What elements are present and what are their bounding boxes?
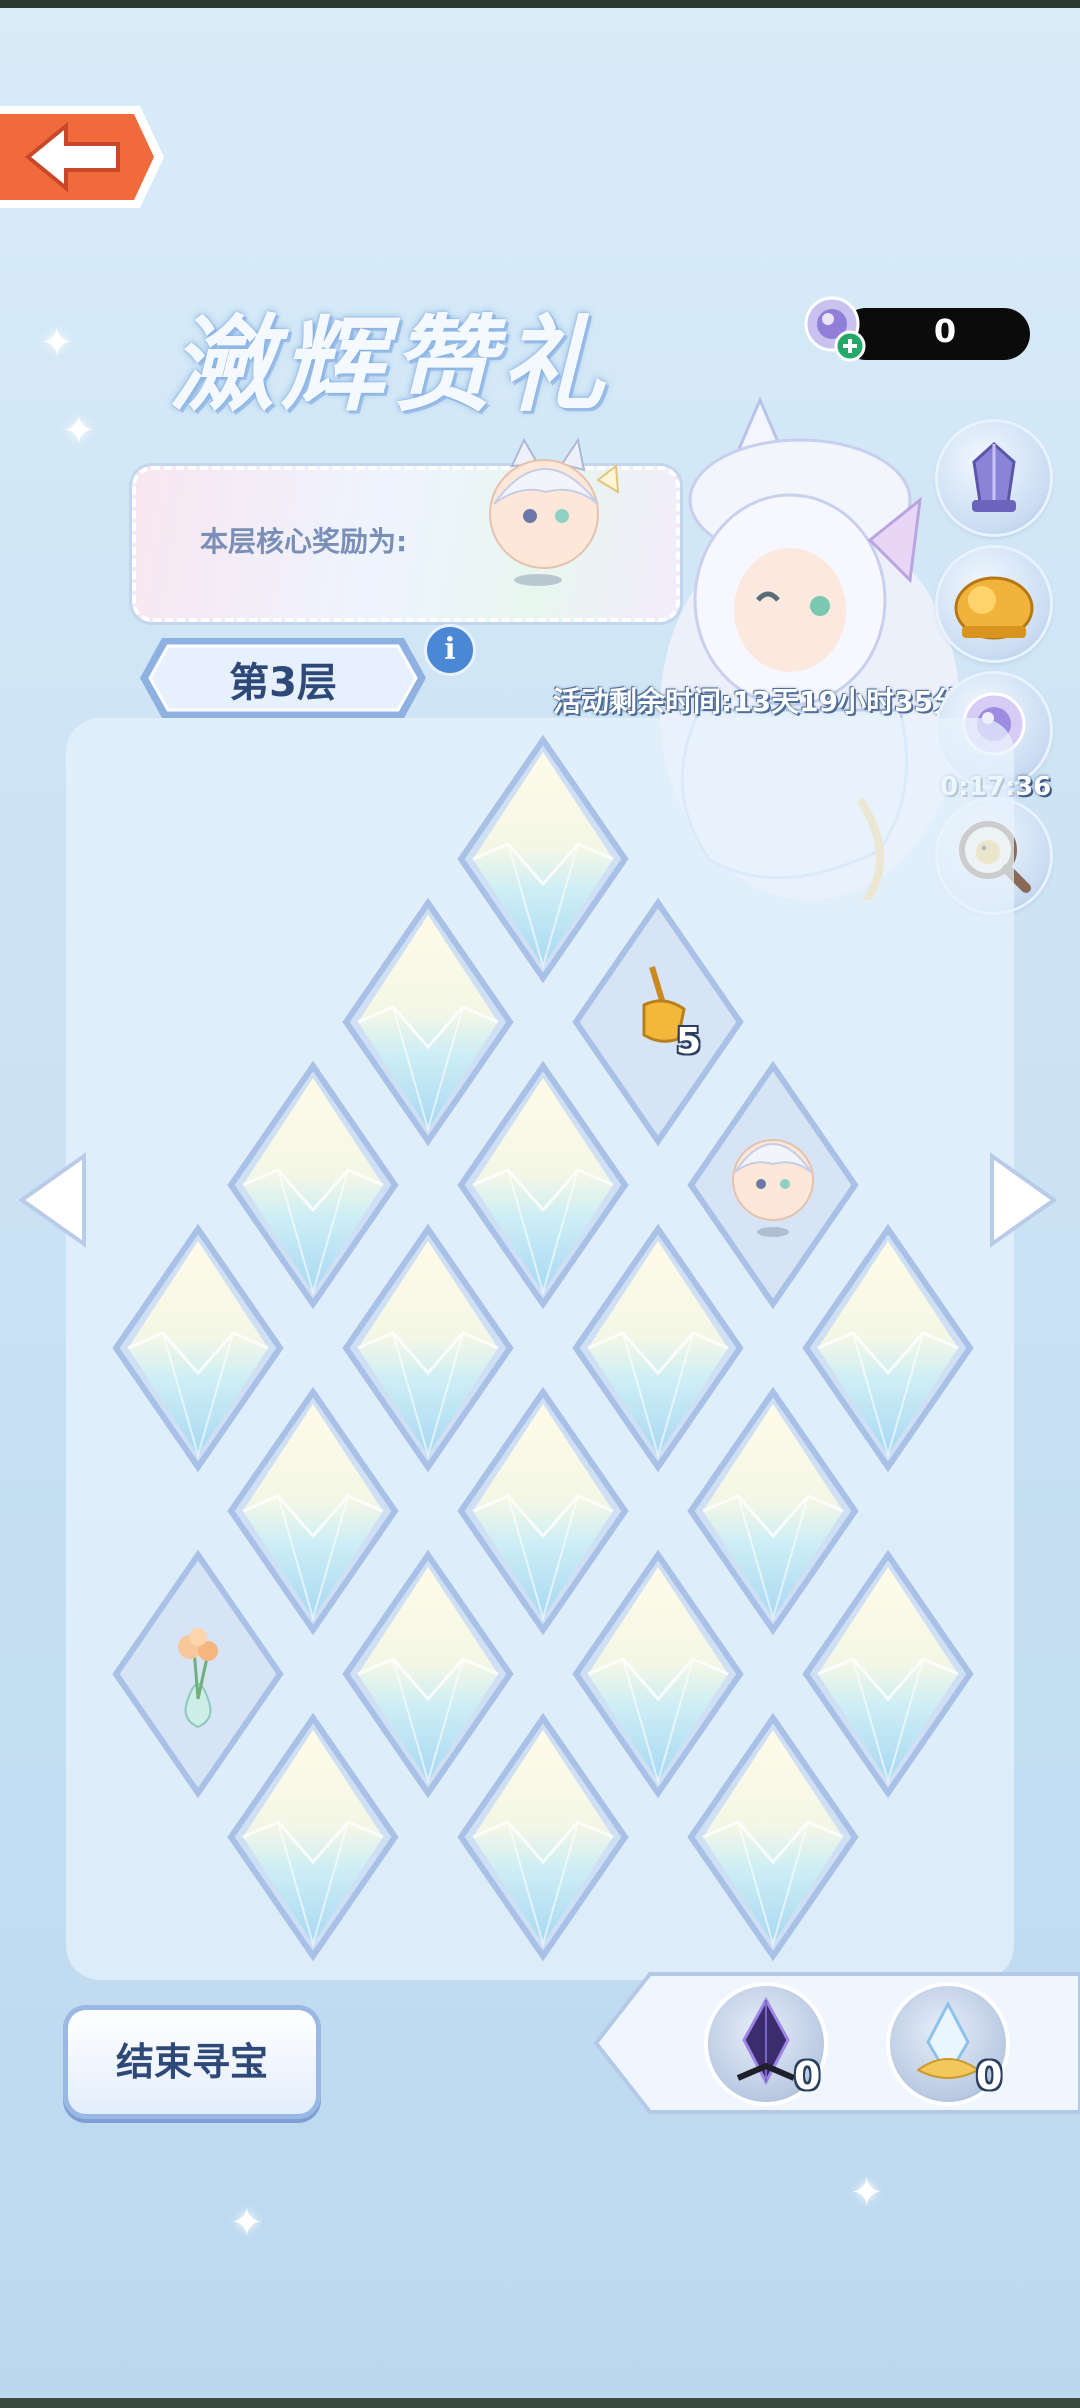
floor-label: 第3层 (229, 660, 337, 706)
golden-lion-button[interactable] (938, 548, 1050, 660)
status-strip (0, 0, 1080, 8)
crystal-shop-button[interactable] (938, 422, 1050, 534)
prev-floor-button[interactable] (14, 1150, 94, 1250)
nav-strip (0, 2398, 1080, 2408)
sparkle-decoration: ✦ (230, 2200, 264, 2246)
event-title: 瀲辉赞礼 (170, 303, 611, 426)
currency-value: 0 (933, 312, 957, 350)
event-remaining-time: 活动剩余时间:13天19小时35分 (553, 685, 962, 718)
dark-crystal-count: 0 (794, 2054, 821, 2098)
sparkle-decoration: ✦ (40, 320, 74, 366)
floor-indicator: 第3层 (138, 634, 428, 722)
triangle-left-icon (18, 1152, 86, 1248)
crystal-tile[interactable] (223, 1712, 403, 1962)
next-floor-button[interactable] (982, 1150, 1062, 1250)
sparkle-decoration: ✦ (850, 2170, 884, 2216)
core-reward-character-icon[interactable] (478, 430, 638, 590)
triangle-right-icon (990, 1152, 1058, 1248)
end-treasure-hunt-label: 结束寻宝 (115, 2040, 268, 2084)
end-treasure-hunt-button[interactable]: 结束寻宝 (68, 2010, 316, 2114)
light-crystal-count: 0 (976, 2054, 1003, 2098)
golden-lion-icon (954, 576, 1034, 640)
back-button[interactable] (0, 98, 168, 216)
info-icon[interactable]: i (424, 624, 476, 676)
broom-count: 5 (676, 1021, 702, 1062)
crystal-tile[interactable] (453, 1712, 633, 1962)
crystal-tile[interactable] (683, 1712, 863, 1962)
core-reward-label: 本层核心奖励为: (200, 525, 408, 558)
crystal-currency-icon[interactable] (800, 294, 870, 364)
sparkle-decoration: ✦ (62, 408, 96, 454)
currency-counter[interactable]: 0 (800, 296, 1032, 362)
inventory-tray: 0 0 (592, 1970, 1080, 2116)
crystal-shop-icon (972, 441, 1016, 512)
